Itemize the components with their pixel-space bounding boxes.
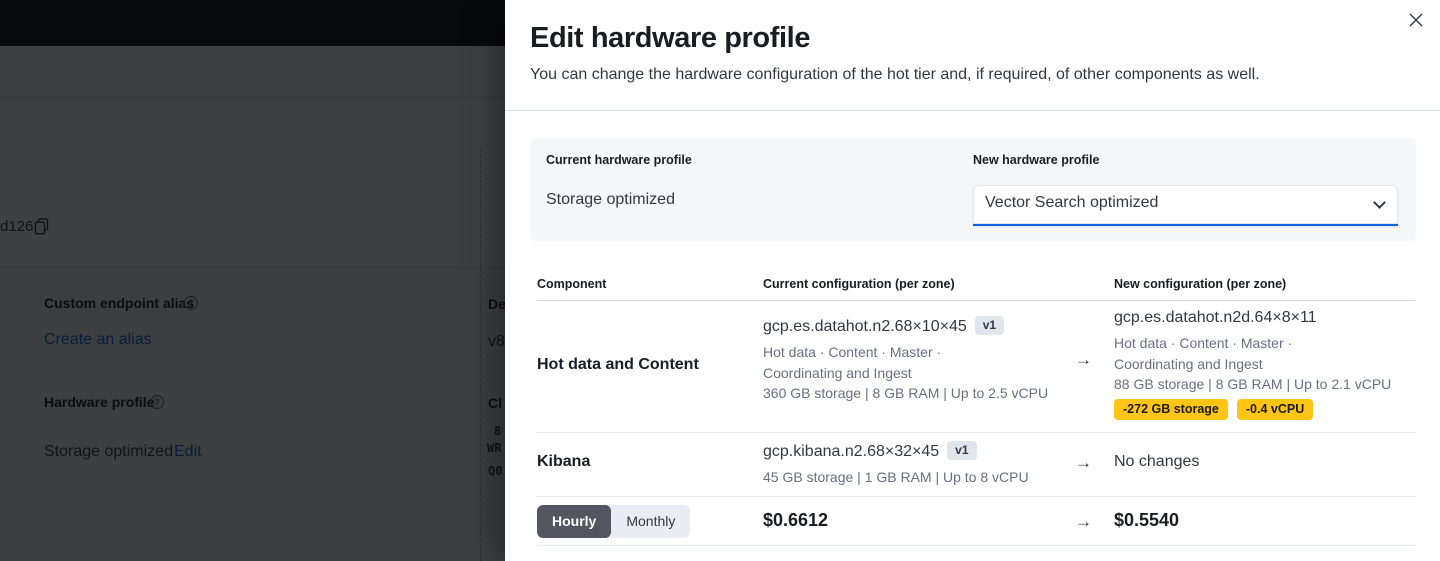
edit-hardware-profile-flyout: Edit hardware profile You can change the… (505, 0, 1440, 561)
new-profile-label: New hardware profile (973, 153, 1100, 167)
arrow-right-icon: → (1075, 512, 1092, 531)
version-badge: v1 (974, 316, 1005, 335)
no-changes-text: No changes (1114, 453, 1200, 470)
pricing-row: Hourly Monthly $0.6612 → $0.5540 (537, 497, 1416, 546)
specs-line: 45 GB storage | 1 GB RAM | Up to 8 vCPU (763, 469, 1029, 485)
header-divider (505, 110, 1440, 111)
new-profile-select[interactable]: Vector Search optimized (973, 185, 1398, 226)
roles-line: Coordinating and Ingest (763, 364, 912, 381)
table-row: Hot data and Content gcp.es.datahot.n2.6… (537, 300, 1416, 433)
roles-line: Coordinating and Ingest (1114, 355, 1263, 372)
version-badge: v1 (947, 441, 977, 460)
diff-badge-storage: -272 GB storage (1114, 399, 1228, 420)
arrow-right-icon: → (1075, 453, 1092, 472)
component-name: Hot data and Content (537, 356, 699, 373)
billing-period-toggle: Hourly Monthly (537, 505, 691, 538)
flyout-title: Edit hardware profile (530, 22, 811, 54)
specs-line: 88 GB storage | 8 GB RAM | Up to 2.1 vCP… (1114, 376, 1392, 392)
roles-line: Hot data · Content · Master · (1114, 335, 1293, 351)
component-name: Kibana (537, 453, 591, 470)
roles-line: Hot data · Content · Master · (763, 344, 942, 360)
specs-line: 360 GB storage | 8 GB RAM | Up to 2.5 vC… (763, 385, 1049, 401)
arrow-right-icon: → (1075, 350, 1092, 369)
diff-badge-vcpu: -0.4 vCPU (1236, 399, 1314, 420)
current-config: gcp.es.datahot.n2.68×10×45 v1 Hot data · … (763, 315, 1063, 404)
col-header-new-config: New configuration (per zone) (1114, 277, 1287, 291)
hourly-toggle-button[interactable]: Hourly (537, 505, 612, 538)
instance-type: gcp.es.datahot.n2d.64×8×11 (1114, 309, 1317, 326)
chevron-down-icon (1373, 196, 1386, 209)
instance-type: gcp.es.datahot.n2.68×10×45 (763, 318, 967, 335)
instance-type: gcp.kibana.n2.68×32×45 (763, 443, 940, 460)
new-price: $0.5540 (1114, 510, 1180, 530)
current-price: $0.6612 (763, 510, 829, 530)
new-config: gcp.es.datahot.n2d.64×8×11 Hot data · Co… (1114, 306, 1416, 420)
new-profile-selected-value: Vector Search optimized (985, 194, 1159, 211)
table-row: Kibana gcp.kibana.n2.68×32×45 v1 45 GB st… (537, 433, 1416, 497)
current-config: gcp.kibana.n2.68×32×45 v1 45 GB storage |… (763, 440, 1063, 488)
close-icon[interactable] (1408, 12, 1426, 30)
col-header-component: Component (537, 277, 607, 291)
current-profile-value: Storage optimized (546, 191, 675, 208)
flyout-subtitle: You can change the hardware configuratio… (530, 66, 1260, 83)
monthly-toggle-button[interactable]: Monthly (611, 505, 690, 538)
profile-comparison-panel: Current hardware profile Storage optimiz… (530, 138, 1416, 241)
col-header-current-config: Current configuration (per zone) (763, 277, 955, 291)
current-profile-label: Current hardware profile (546, 153, 692, 167)
